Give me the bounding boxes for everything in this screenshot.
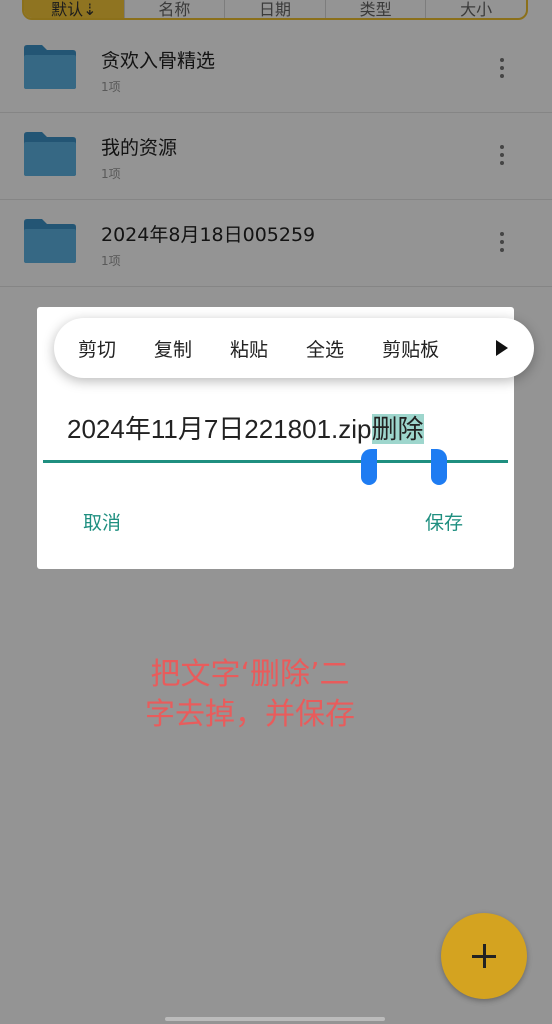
menu-item-copy[interactable]: 复制 [154, 335, 192, 362]
instruction-text: 把文字‘删除’二 字去掉，并保存 [110, 655, 390, 735]
selection-handle-start[interactable] [361, 449, 377, 485]
instruction-line-1: 把文字‘删除’二 [150, 657, 350, 692]
home-indicator[interactable] [165, 1017, 385, 1021]
more-arrow-icon[interactable] [496, 340, 508, 356]
menu-item-clipboard[interactable]: 剪贴板 [382, 335, 439, 362]
cancel-button[interactable]: 取消 [83, 508, 121, 535]
instruction-line-2: 字去掉，并保存 [145, 697, 355, 732]
filename-input[interactable]: 2024年11月7日221801.zip删除 [67, 409, 424, 446]
save-button[interactable]: 保存 [425, 508, 463, 535]
filename-text: 2024年11月7日221801.zip [67, 414, 372, 444]
menu-item-select-all[interactable]: 全选 [306, 335, 344, 362]
selected-text[interactable]: 删除 [371, 414, 424, 444]
text-context-menu: 剪切 复制 粘贴 全选 剪贴板 [54, 318, 534, 378]
menu-item-cut[interactable]: 剪切 [78, 335, 116, 362]
menu-item-paste[interactable]: 粘贴 [230, 335, 268, 362]
selection-handle-end[interactable] [431, 449, 447, 485]
add-button[interactable] [441, 913, 527, 999]
